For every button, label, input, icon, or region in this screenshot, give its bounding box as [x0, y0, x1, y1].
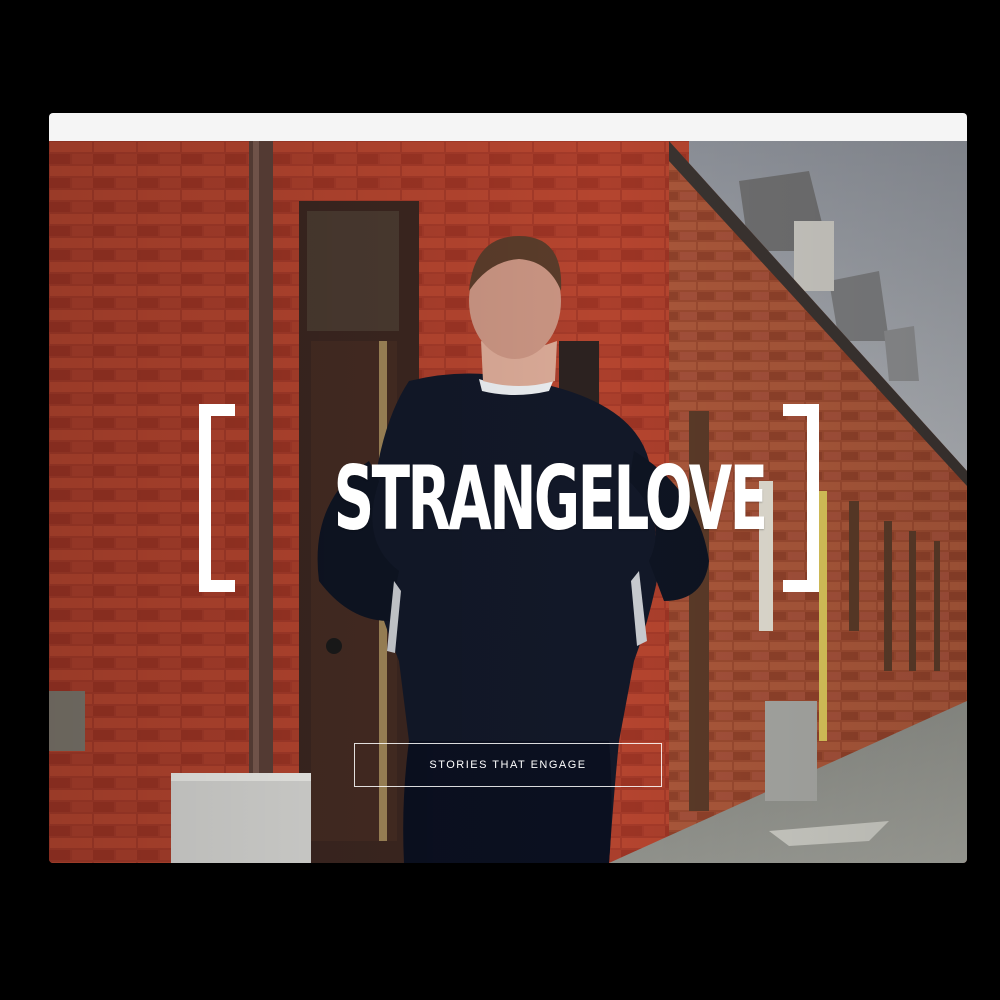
browser-title-bar	[49, 113, 967, 142]
hero-section: STRANGELOVE STORIES THAT ENGAGE	[49, 141, 967, 863]
logo-wordmark: STRANGELOVE	[333, 447, 768, 550]
browser-window: STRANGELOVE STORIES THAT ENGAGE	[49, 113, 967, 863]
left-bracket-icon	[199, 404, 235, 592]
right-bracket-icon	[783, 404, 819, 592]
stories-that-engage-button[interactable]: STORIES THAT ENGAGE	[354, 743, 662, 787]
strangelove-logo[interactable]: STRANGELOVE	[199, 404, 819, 594]
